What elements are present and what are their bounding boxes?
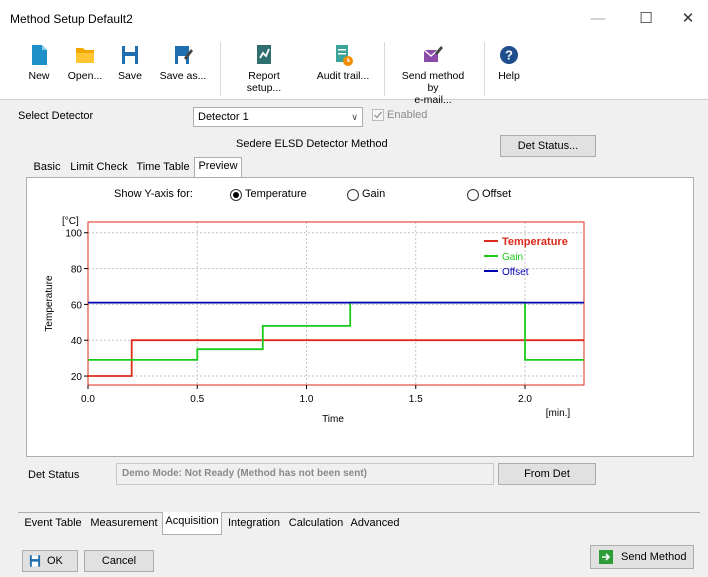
tab-advanced[interactable]: Advanced [348,514,402,534]
toolbar-separator [220,42,221,96]
radio-offset[interactable] [467,189,479,201]
series-line-gain [88,301,584,361]
svg-text:?: ? [505,48,513,63]
enabled-checkbox[interactable] [372,109,384,121]
report-setup-label: Report setup... [246,70,282,94]
det-status-label: Det Status [28,469,80,481]
save-as-label: Save as... [159,70,207,82]
x-unit-label: [min.] [546,408,571,419]
save-label: Save [118,70,142,82]
open-label: Open... [67,70,103,82]
x-tick-label: 2.0 [518,394,532,405]
title-bar: Method Setup Default2 — ☐ ✕ [0,0,708,38]
det-status-field: Demo Mode: Not Ready (Method has not bee… [116,463,494,485]
cancel-button[interactable]: Cancel [84,550,154,572]
new-button[interactable]: New [22,42,56,96]
tab-measurement[interactable]: Measurement [88,514,160,534]
y-tick-label: 40 [71,336,83,347]
y-tick-label: 20 [71,372,83,383]
radio-offset-label: Offset [482,188,512,200]
from-det-button[interactable]: From Det [498,463,596,485]
open-button[interactable]: Open... [64,42,106,96]
save-button[interactable]: Save [114,42,146,96]
tab-basic[interactable]: Basic [30,159,64,177]
new-label: New [28,70,50,82]
save-icon [29,555,41,567]
window-title: Method Setup Default2 [10,12,133,26]
email-edit-icon [423,46,443,62]
legend-label-temperature: Temperature [502,236,568,248]
legend-label-gain: Gain [502,252,523,263]
save-icon [122,46,138,64]
help-label: Help [498,70,520,82]
audit-trail-button[interactable]: Audit trail... [314,42,372,96]
tab-preview[interactable]: Preview [194,157,242,178]
detector-select[interactable]: Detector 1 ∨ [193,107,363,127]
report-icon [257,45,271,64]
help-icon: ? [500,46,518,64]
x-axis-title: Time [322,414,344,425]
tab-integration[interactable]: Integration [224,514,284,534]
tab-limit-check[interactable]: Limit Check [66,159,132,177]
tab-acquisition[interactable]: Acquisition [162,512,222,535]
series-line-temperature [88,339,584,377]
send-method-email-line2: e-mail... [414,94,452,106]
ok-button[interactable]: OK [22,550,78,572]
x-tick-label: 0.0 [81,394,95,405]
save-as-button[interactable]: Save as... [158,42,208,96]
legend-label-offset: Offset [502,267,529,278]
send-method-email-button[interactable]: Send method by e-mail... [396,42,470,106]
y-tick-label: 100 [65,229,82,240]
report-setup-button[interactable]: Report setup... [232,42,296,96]
x-tick-label: 1.0 [300,394,314,405]
send-method-button[interactable]: Send Method [590,545,694,569]
x-tick-label: 1.5 [409,394,423,405]
folder-open-icon [76,48,94,63]
show-y-axis-label: Show Y-axis for: [114,188,193,200]
y-axis-title: Temperature [44,275,55,332]
audit-trail-icon [336,45,353,66]
radio-temperature-label: Temperature [245,188,307,200]
send-method-email-label: Send method by e-mail... [396,70,470,106]
tab-time-table[interactable]: Time Table [134,159,192,177]
checkmark-icon [374,111,383,119]
help-button[interactable]: ? Help [494,42,524,96]
minimize-button[interactable]: — [578,6,618,32]
send-method-label: Send Method [621,551,687,563]
enabled-label: Enabled [387,109,428,121]
tab-calculation[interactable]: Calculation [286,514,346,534]
maximize-button[interactable]: ☐ [626,6,666,32]
toolbar-separator [484,42,485,96]
method-title: Sedere ELSD Detector Method [236,138,388,150]
toolbar: New Open... Save Save as... Report setup… [0,38,708,106]
new-document-icon [32,45,47,65]
send-method-email-line1: Send method by [401,70,465,94]
x-tick-label: 0.5 [190,394,204,405]
det-status-button[interactable]: Det Status... [500,135,596,157]
bottom-tab-divider [18,512,700,513]
tab-event-table[interactable]: Event Table [20,514,86,534]
y-unit-label: [°C] [62,216,79,227]
chevron-down-icon: ∨ [351,112,358,122]
send-arrow-icon [599,550,613,564]
toolbar-separator [384,42,385,96]
y-tick-label: 60 [71,300,83,311]
radio-temperature[interactable] [230,189,242,201]
detector-select-value: Detector 1 [198,111,249,123]
radio-gain-label: Gain [362,188,386,200]
ok-label: OK [47,555,63,567]
close-button[interactable]: ✕ [668,6,708,32]
select-detector-label: Select Detector [18,110,94,122]
y-tick-label: 80 [71,265,83,276]
preview-chart: 20 40 60 80 100 0.0 0.5 1.0 1.5 2.0 [°C] [min.] Time… [44,216,585,425]
radio-gain[interactable] [347,189,359,201]
audit-trail-label: Audit trail... [316,70,370,82]
save-as-icon [175,46,193,64]
